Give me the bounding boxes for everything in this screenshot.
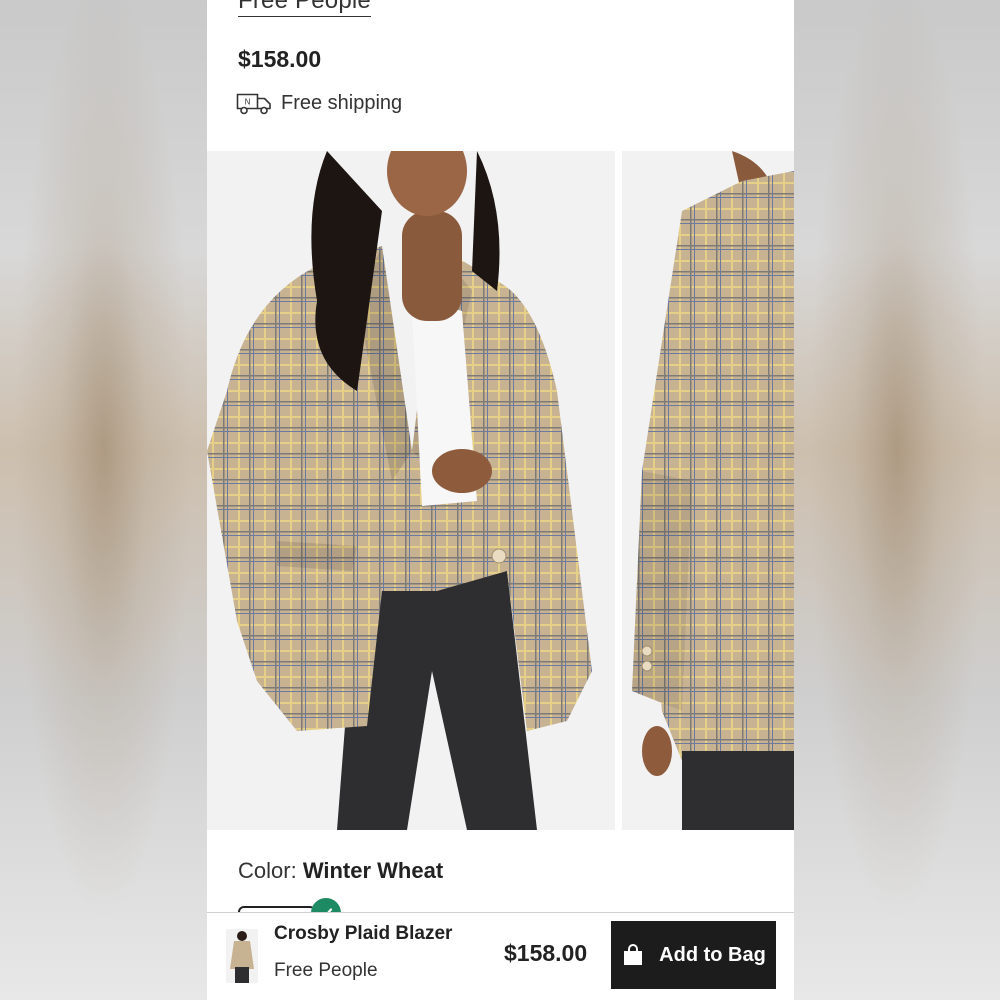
add-to-bag-label: Add to Bag <box>659 943 766 966</box>
shopping-bag-icon <box>624 944 643 965</box>
sticky-product-brand: Free People <box>274 960 378 981</box>
background-blur-right <box>794 0 1000 1000</box>
svg-text:N: N <box>245 98 251 107</box>
color-label: Color: <box>238 858 297 883</box>
product-price: $158.00 <box>238 46 322 72</box>
add-to-bag-button[interactable]: Add to Bag <box>611 921 776 989</box>
sticky-product-price: $158.00 <box>504 940 588 966</box>
color-selector-label: Color: Winter Wheat <box>238 858 443 884</box>
product-page: Free People $158.00 N Free shipping Colo… <box>207 0 794 1000</box>
product-image-front[interactable] <box>207 151 615 830</box>
product-image-side[interactable] <box>622 151 794 830</box>
image-gallery[interactable] <box>207 151 794 830</box>
sticky-add-to-bag-bar: Crosby Plaid Blazer Free People $158.00 … <box>207 912 794 1000</box>
shipping-text: Free shipping <box>281 91 403 114</box>
brand-link[interactable]: Free People <box>238 0 371 17</box>
product-thumbnail <box>226 929 258 983</box>
shipping-info: N Free shipping <box>236 90 402 116</box>
delivery-truck-icon: N <box>236 93 271 115</box>
sticky-product-title: Crosby Plaid Blazer <box>274 923 453 944</box>
background-blur-left <box>0 0 207 1000</box>
color-value: Winter Wheat <box>302 858 444 883</box>
